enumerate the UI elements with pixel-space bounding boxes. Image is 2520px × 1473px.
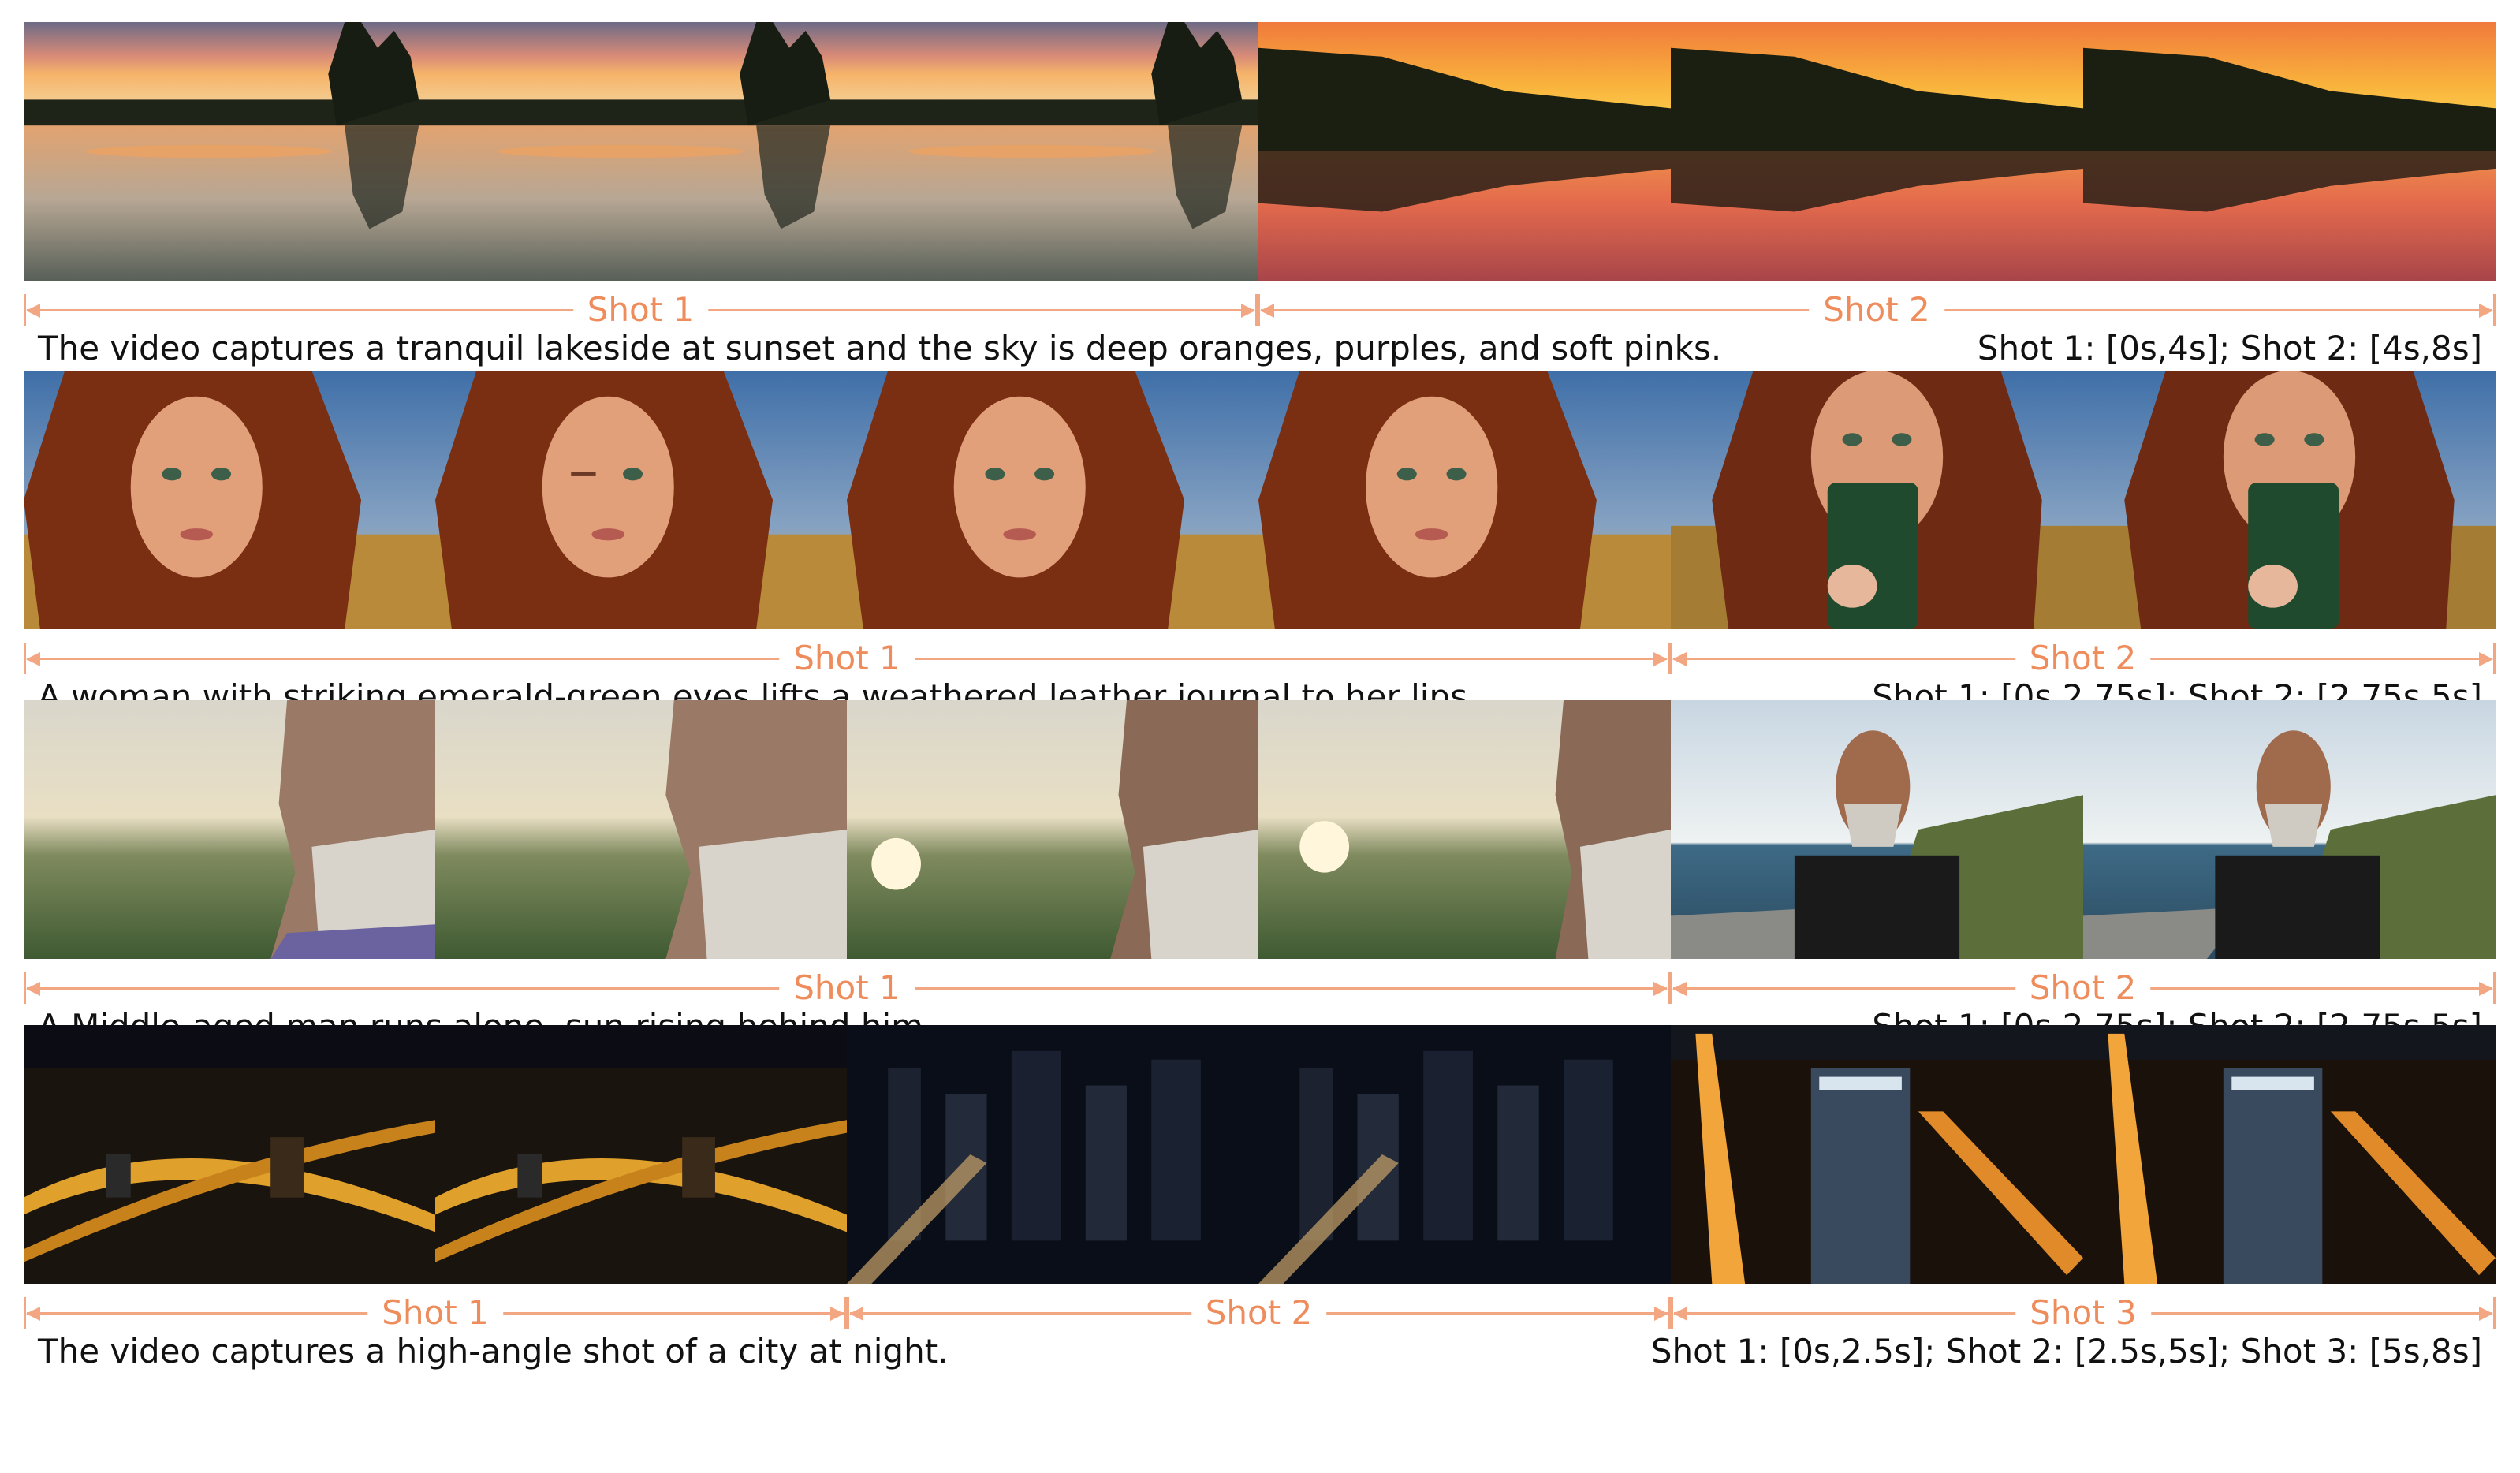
video-frame	[847, 22, 1258, 281]
arrow-left-icon	[1673, 1307, 1687, 1321]
shot-segment: Shot 1	[24, 1294, 847, 1332]
video-frame	[24, 1025, 435, 1284]
shot-segment: Shot 2	[847, 1294, 1671, 1332]
shot-timeline: Shot 1 Shot 2 Shot 3	[24, 1294, 2496, 1332]
video-frame	[24, 22, 435, 281]
example-row-lakeside: Shot 1 Shot 2 The video captures a tranq…	[0, 22, 2520, 367]
caption-text: The video captures a high-angle shot of …	[38, 1332, 949, 1370]
shot-segment: Shot 3	[1671, 1294, 2496, 1332]
arrow-right-icon	[2479, 652, 2493, 666]
segment-end-tick	[2493, 294, 2496, 326]
video-frame	[2083, 1025, 2496, 1284]
arrow-right-icon	[2479, 982, 2493, 996]
arrow-right-icon	[2479, 1307, 2493, 1321]
shot-label: Shot 2	[1809, 291, 1944, 329]
shot-label: Shot 2	[2015, 969, 2151, 1007]
shot-timeline: Shot 1 Shot 2	[24, 969, 2496, 1007]
shot-segment: Shot 2	[1258, 291, 2496, 329]
video-frame	[1258, 1025, 1671, 1284]
segment-end-tick	[2493, 1297, 2496, 1329]
video-frame	[24, 371, 435, 629]
video-frame	[1671, 371, 2083, 629]
video-frame	[1671, 1025, 2083, 1284]
video-frame	[24, 700, 435, 959]
arrow-right-icon	[2479, 304, 2493, 318]
video-frame	[1258, 22, 1671, 281]
video-frame	[2083, 700, 2496, 959]
shot-label: Shot 1	[367, 1294, 503, 1332]
shot-label: Shot 2	[2015, 640, 2151, 677]
video-frame	[435, 371, 847, 629]
arrow-left-icon	[1672, 652, 1687, 666]
arrow-left-icon	[1260, 304, 1274, 318]
arrow-left-icon	[26, 982, 40, 996]
video-frame	[2083, 22, 2496, 281]
video-frame	[1258, 700, 1671, 959]
video-frame	[1671, 700, 2083, 959]
shot-segment: Shot 1	[24, 640, 1670, 677]
shot-segment: Shot 1	[24, 969, 1670, 1007]
shot-timeline: Shot 1 Shot 2	[24, 640, 2496, 677]
frame-strip	[24, 371, 2496, 629]
shot-timeline: Shot 1 Shot 2	[24, 291, 2496, 329]
frame-strip	[24, 1025, 2496, 1284]
video-frame	[1258, 371, 1671, 629]
example-row-man: Shot 1 Shot 2 A Middle-aged man runs alo…	[0, 700, 2520, 1046]
shot-segment: Shot 2	[1670, 640, 2496, 677]
segment-end-tick	[2493, 643, 2496, 674]
video-frame	[1671, 22, 2083, 281]
video-frame	[2083, 371, 2496, 629]
arrow-right-icon	[1654, 1307, 1668, 1321]
shot-label: Shot 2	[1191, 1294, 1327, 1332]
arrow-right-icon	[1241, 304, 1255, 318]
frame-strip	[24, 22, 2496, 281]
shot-label: Shot 1	[779, 969, 915, 1007]
segment-end-tick	[2493, 972, 2496, 1004]
shot-label: Shot 1	[779, 640, 915, 677]
arrow-right-icon	[1653, 982, 1668, 996]
arrow-right-icon	[830, 1307, 844, 1321]
shot-segment: Shot 1	[24, 291, 1258, 329]
shot-timing-text: Shot 1: [0s,4s]; Shot 2: [4s,8s]	[1977, 329, 2482, 367]
video-frame	[435, 1025, 847, 1284]
shot-timing-text: Shot 1: [0s,2.5s]; Shot 2: [2.5s,5s]; Sh…	[1650, 1332, 2482, 1370]
arrow-left-icon	[1672, 982, 1687, 996]
video-frame	[435, 22, 847, 281]
video-frame	[435, 700, 847, 959]
video-frame	[847, 1025, 1258, 1284]
arrow-left-icon	[26, 652, 40, 666]
shot-segment: Shot 2	[1670, 969, 2496, 1007]
video-frame	[847, 700, 1258, 959]
video-shot-figure: Shot 1 Shot 2 The video captures a tranq…	[0, 0, 2520, 1473]
arrow-left-icon	[849, 1307, 863, 1321]
arrow-left-icon	[26, 304, 40, 318]
arrow-left-icon	[26, 1307, 40, 1321]
arrow-right-icon	[1653, 652, 1668, 666]
example-row-city: Shot 1 Shot 2 Shot 3 The video captures …	[0, 1025, 2520, 1370]
shot-label: Shot 1	[572, 291, 709, 329]
example-row-woman: Shot 1 Shot 2 A woman with striking emer…	[0, 371, 2520, 716]
video-frame	[847, 371, 1258, 629]
shot-label: Shot 3	[2015, 1294, 2151, 1332]
frame-strip	[24, 700, 2496, 959]
caption-text: The video captures a tranquil lakeside a…	[38, 329, 1722, 367]
